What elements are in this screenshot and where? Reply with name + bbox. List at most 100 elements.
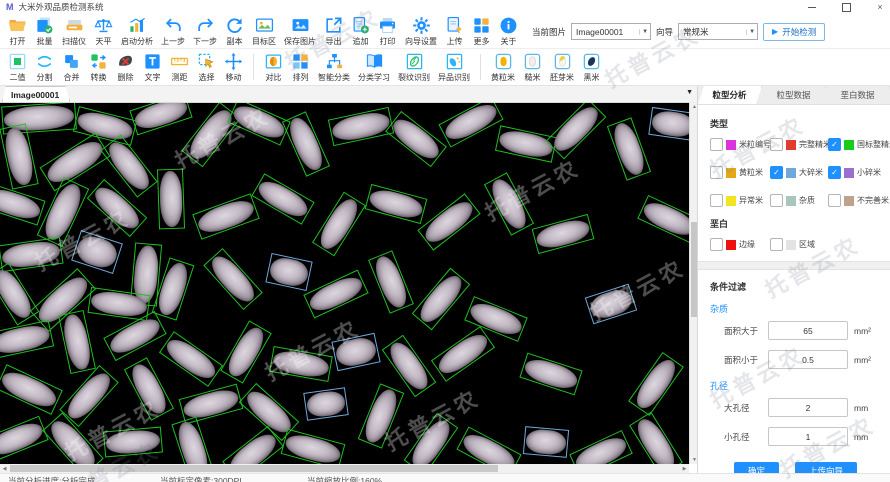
head-rice-box[interactable]	[404, 413, 459, 465]
scroll-right-icon[interactable]: ▶	[680, 464, 689, 473]
head-rice-box[interactable]	[628, 352, 684, 416]
head-rice-box[interactable]	[328, 106, 394, 145]
head-rice-box[interactable]	[227, 103, 291, 146]
head-rice-box[interactable]	[312, 192, 366, 257]
type-checkbox[interactable]	[710, 166, 723, 179]
head-rice-box[interactable]	[0, 364, 63, 415]
toolbar-text-button[interactable]: 文字	[139, 52, 166, 83]
toolbar-settings-button[interactable]: 向导设置	[401, 16, 441, 47]
toolbar-measure-button[interactable]: 测距	[166, 52, 193, 83]
image-tab[interactable]: Image00001	[2, 86, 70, 102]
head-rice-box[interactable]	[637, 195, 689, 243]
head-rice-box[interactable]	[0, 416, 49, 463]
toolbar-split-button[interactable]: 分割	[31, 52, 58, 83]
toolbar-open-button[interactable]: 打开	[4, 16, 31, 47]
head-rice-box[interactable]	[456, 426, 521, 465]
broken-rice-box[interactable]	[71, 230, 123, 274]
minimize-button[interactable]	[806, 1, 818, 13]
toolbar-convert-button[interactable]: 转换	[85, 52, 112, 83]
toolbar-upload-button[interactable]: 上传	[441, 16, 468, 47]
area-less-input[interactable]	[768, 350, 848, 369]
head-rice-box[interactable]	[546, 103, 607, 159]
head-rice-box[interactable]	[629, 412, 683, 465]
toolbar-contrast-button[interactable]: 对比	[260, 52, 287, 83]
panel-tab-1[interactable]: 粒型分析	[698, 86, 762, 104]
head-rice-box[interactable]	[0, 182, 46, 225]
head-rice-box[interactable]	[203, 248, 262, 310]
scroll-left-icon[interactable]: ◀	[0, 464, 9, 473]
close-button[interactable]: ×	[874, 1, 886, 13]
toolbar-selectcur-button[interactable]: 选择	[193, 52, 220, 83]
toolbar-prev-button[interactable]: 上一步	[157, 16, 189, 47]
hscroll-thumb[interactable]	[10, 465, 498, 472]
toolbar-print-button[interactable]: 打印	[374, 16, 401, 47]
tab-overflow-icon[interactable]: ▼	[686, 89, 693, 96]
head-rice-box[interactable]	[129, 103, 192, 135]
start-detect-button[interactable]: ▶ 开始检测	[763, 23, 825, 41]
head-rice-box[interactable]	[532, 214, 595, 254]
broken-rice-box[interactable]	[265, 253, 312, 291]
type-checkbox[interactable]	[710, 138, 723, 151]
type-checkbox[interactable]: ✓	[828, 138, 841, 151]
head-rice-box[interactable]	[412, 268, 470, 331]
toolbar-move-button[interactable]: 移动	[220, 52, 247, 83]
head-rice-box[interactable]	[59, 365, 118, 427]
type-checkbox[interactable]	[770, 194, 783, 207]
head-rice-box[interactable]	[282, 111, 330, 176]
toolbar-saveimg-button[interactable]: 保存图片	[280, 16, 320, 47]
head-rice-box[interactable]	[251, 173, 314, 225]
head-rice-box[interactable]	[484, 172, 534, 235]
head-rice-box[interactable]	[159, 331, 223, 387]
head-rice-box[interactable]	[103, 427, 163, 458]
toolbar-scanner-button[interactable]: 扫描仪	[58, 16, 90, 47]
type-checkbox[interactable]	[710, 194, 723, 207]
toolbar-smart-button[interactable]: 智能分类	[314, 52, 354, 83]
toolbar-more-button[interactable]: 更多	[468, 16, 495, 47]
type-checkbox[interactable]: ✓	[828, 166, 841, 179]
head-rice-box[interactable]	[365, 184, 428, 224]
horizontal-scrollbar[interactable]: ◀ ▶	[0, 464, 689, 473]
toolbar-balance-button[interactable]: 天平	[90, 16, 117, 47]
current-image-select[interactable]: Image00001 ▼	[571, 23, 651, 40]
toolbar-about-button[interactable]: 关于	[495, 16, 522, 47]
small-aperture-input[interactable]	[768, 427, 848, 446]
type-checkbox[interactable]: ✓	[770, 166, 783, 179]
toolbar-crack-button[interactable]: 裂纹识别	[394, 52, 434, 83]
head-rice-box[interactable]	[368, 250, 414, 314]
toolbar-analyze-button[interactable]: 启动分析	[117, 16, 157, 47]
type-checkbox[interactable]	[770, 138, 783, 151]
panel-tab-3[interactable]: 垩白数据	[826, 86, 890, 104]
toolbar-delete-button[interactable]: 删除	[112, 52, 139, 83]
head-rice-box[interactable]	[220, 320, 272, 383]
large-aperture-input[interactable]	[768, 398, 848, 417]
toolbar-next-button[interactable]: 下一步	[189, 16, 221, 47]
type-checkbox[interactable]	[828, 194, 841, 207]
broken-rice-box[interactable]	[585, 284, 637, 325]
toolbar-ricebrown-button[interactable]: 糙米	[519, 52, 546, 83]
head-rice-box[interactable]	[417, 193, 480, 250]
toolbar-target-button[interactable]: 目标区	[248, 16, 280, 47]
toolbar-arrange-button[interactable]: 排列	[287, 52, 314, 83]
head-rice-box[interactable]	[607, 117, 651, 180]
head-rice-box[interactable]	[0, 123, 39, 189]
area-greater-input[interactable]	[768, 321, 848, 340]
head-rice-box[interactable]	[358, 383, 405, 448]
chalk-checkbox[interactable]	[710, 238, 723, 251]
head-rice-box[interactable]	[385, 111, 447, 167]
chalk-checkbox[interactable]	[770, 238, 783, 251]
toolbar-export-button[interactable]: 导出	[320, 16, 347, 47]
broken-rice-box[interactable]	[303, 387, 348, 421]
image-canvas[interactable]: 托普云农托普云农托普云农托普云农托普云农托普云农托普云农	[0, 103, 689, 465]
head-rice-box[interactable]	[569, 430, 633, 465]
head-rice-box[interactable]	[58, 310, 96, 374]
head-rice-box[interactable]	[519, 353, 582, 396]
toolbar-copy-button[interactable]: 副本	[221, 16, 248, 47]
head-rice-box[interactable]	[303, 270, 368, 319]
head-rice-box[interactable]	[124, 357, 174, 420]
wizard-select[interactable]: 常规米 ▼	[678, 23, 758, 40]
head-rice-box[interactable]	[192, 193, 259, 240]
toolbar-binary-button[interactable]: 二值	[4, 52, 31, 83]
toolbar-ricegerm-button[interactable]: 胚芽米	[546, 52, 578, 83]
broken-rice-box[interactable]	[331, 333, 380, 371]
head-rice-box[interactable]	[281, 429, 346, 465]
